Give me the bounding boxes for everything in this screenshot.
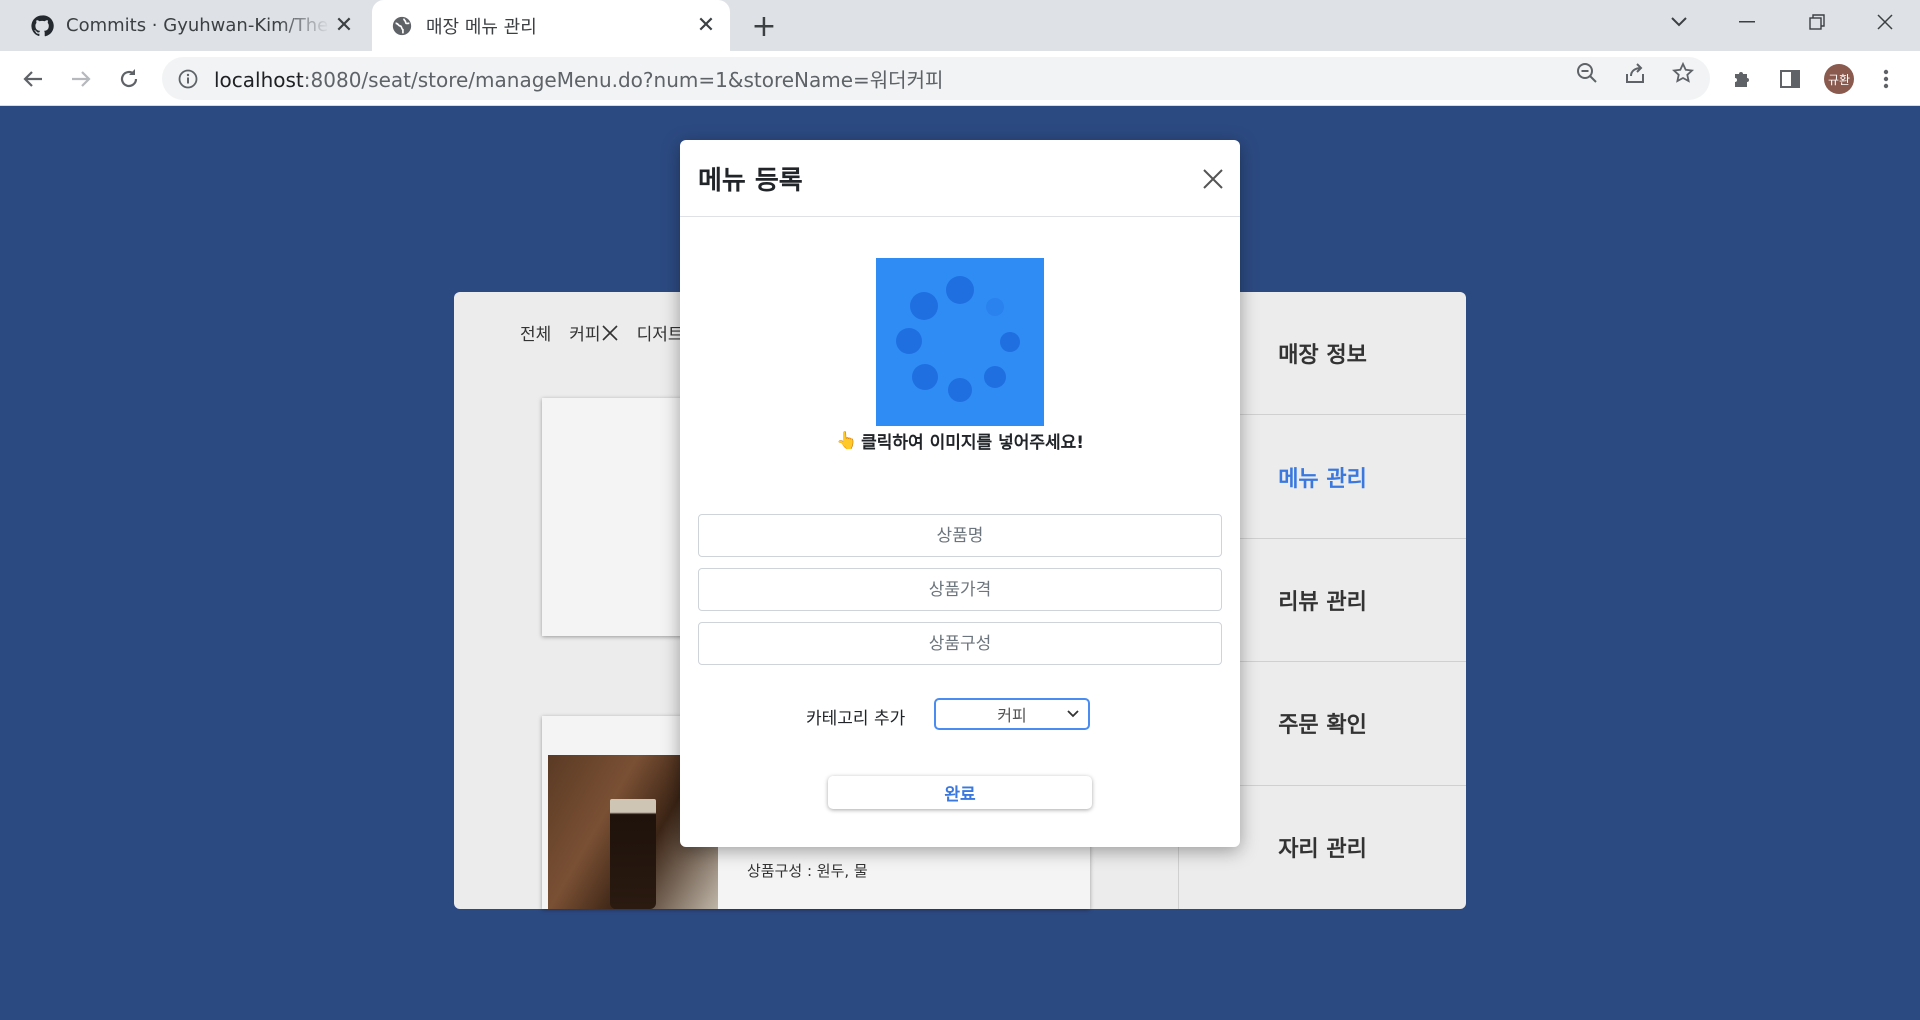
pointing-hand-icon: 👆	[835, 430, 858, 451]
product-composition-input[interactable]	[698, 622, 1222, 665]
address-bar[interactable]: localhost:8080/seat/store/manageMenu.do?…	[162, 57, 1710, 100]
bookmark-star-icon[interactable]	[1670, 60, 1696, 86]
globe-icon	[390, 14, 414, 38]
reload-icon[interactable]	[110, 60, 148, 98]
restore-icon[interactable]	[1792, 0, 1842, 44]
more-menu-icon[interactable]	[1872, 65, 1900, 93]
tab-github-commits[interactable]: Commits · Gyuhwan-Kim/TheSeat ✕	[12, 0, 368, 51]
product-name-input[interactable]	[698, 514, 1222, 557]
modal-header: 메뉴 등록	[680, 140, 1240, 217]
category-dessert[interactable]: 디저트	[637, 320, 684, 345]
profile-avatar[interactable]: 규환	[1824, 64, 1854, 94]
forward-arrow-icon[interactable]	[62, 60, 100, 98]
chevron-down-icon	[1067, 710, 1079, 718]
remove-category-icon	[601, 324, 618, 341]
zoom-out-icon[interactable]	[1574, 60, 1600, 86]
category-select[interactable]: 커피	[934, 698, 1090, 730]
tab-title: Commits · Gyuhwan-Kim/TheSeat	[66, 15, 330, 36]
close-icon[interactable]	[1198, 164, 1228, 194]
minimize-icon[interactable]	[1722, 0, 1772, 44]
menu-composition: 상품구성 : 원두, 물	[747, 862, 868, 880]
category-selected-value: 커피	[997, 706, 1027, 725]
upload-hint-text: 클릭하여 이미지를 넣어주세요!	[861, 433, 1085, 453]
category-label: 카테고리 추가	[806, 709, 906, 729]
info-icon[interactable]	[176, 67, 200, 91]
tab-search-chevron-icon[interactable]	[1654, 0, 1704, 44]
new-tab-button[interactable]: +	[748, 9, 780, 44]
close-icon[interactable]: ✕	[330, 12, 358, 40]
category-coffee[interactable]: 커피	[569, 320, 618, 345]
upload-hint: 👆 클릭하여 이미지를 넣어주세요!	[680, 428, 1240, 454]
browser-tabbar: Commits · Gyuhwan-Kim/TheSeat ✕ 매장 메뉴 관리…	[0, 0, 1920, 51]
image-upload-area[interactable]	[876, 258, 1044, 426]
loading-spinner-icon	[946, 276, 974, 304]
category-all[interactable]: 전체	[520, 320, 551, 345]
submit-button[interactable]: 완료	[828, 776, 1092, 809]
back-arrow-icon[interactable]	[14, 60, 52, 98]
side-panel-icon[interactable]	[1776, 65, 1804, 93]
window-close-icon[interactable]	[1860, 0, 1910, 44]
product-price-input[interactable]	[698, 568, 1222, 611]
browser-toolbar: localhost:8080/seat/store/manageMenu.do?…	[0, 51, 1920, 106]
tab-title: 매장 메뉴 관리	[426, 16, 537, 38]
category-filter: 전체 커피 디저트	[520, 320, 683, 345]
share-icon[interactable]	[1622, 60, 1648, 86]
extensions-puzzle-icon[interactable]	[1728, 65, 1756, 93]
menu-register-modal: 메뉴 등록 👆 클릭하여 이미지를 넣어주세요! 카테고리 추가 커피 완료	[680, 140, 1240, 847]
github-icon	[30, 14, 54, 38]
modal-title: 메뉴 등록	[698, 166, 803, 196]
url-text: localhost:8080/seat/store/manageMenu.do?…	[214, 68, 944, 92]
close-icon[interactable]: ✕	[692, 12, 720, 40]
tab-menu-manage[interactable]: 매장 메뉴 관리 ✕	[372, 0, 730, 51]
